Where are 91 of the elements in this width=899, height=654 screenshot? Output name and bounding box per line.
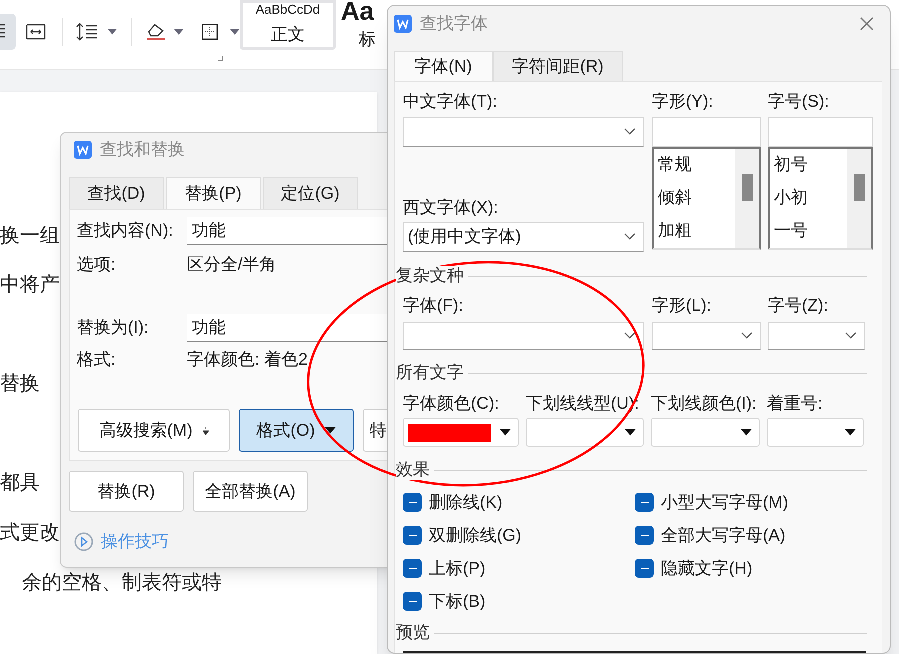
border-icon[interactable]	[202, 24, 218, 40]
tab[interactable]: 替换(P)	[166, 177, 261, 209]
style-preset[interactable]: AaBbCcDd 正文	[240, 0, 336, 50]
section-title: 预览	[396, 623, 430, 643]
list-item[interactable]: 倾斜	[658, 186, 735, 209]
caret-icon	[625, 429, 636, 436]
field-label: 字号(Z):	[768, 296, 830, 316]
field-label: 字体(F):	[403, 296, 464, 316]
checkbox[interactable]: 下标(B)	[403, 585, 635, 618]
field-label: 下划线颜色(I):	[651, 394, 758, 414]
field-label: 替换为(I):	[77, 317, 150, 340]
field-label: 查找内容(N):	[77, 220, 174, 242]
tab[interactable]: 查找(D)	[69, 177, 164, 209]
caret-icon	[325, 427, 336, 434]
search-options-button[interactable]: 高级搜索(M)	[78, 409, 230, 452]
dialog-launcher-icon[interactable]	[218, 56, 224, 62]
dropdown[interactable]	[526, 418, 644, 447]
caret-icon[interactable]	[230, 29, 240, 35]
checkbox[interactable]: 双删除线(G)	[403, 519, 635, 552]
list-box[interactable]: 初号 小初 一号	[768, 147, 873, 250]
field-label: 字体颜色(C):	[403, 394, 500, 414]
document-text: 都具	[0, 471, 40, 495]
checkbox[interactable]: 小型大写字母(M)	[635, 486, 865, 519]
dropdown[interactable]	[403, 418, 519, 447]
section-title: 所有文字	[396, 363, 464, 383]
document-text: 中将产	[0, 273, 60, 297]
checkbox[interactable]: 隐藏文字(H)	[635, 552, 865, 585]
checkbox[interactable]: 全部大写字母(A)	[635, 519, 865, 552]
chevron-down-icon	[624, 233, 636, 241]
list-item[interactable]: 小初	[774, 186, 847, 209]
chevron-down-icon	[741, 332, 753, 340]
replace-all-button[interactable]: 全部替换(A)	[193, 471, 308, 512]
window-title: 查找字体	[420, 12, 488, 35]
field-label: 选项:	[77, 254, 117, 276]
list-item[interactable]: 一号	[774, 219, 847, 242]
section-title: 复杂文种	[396, 266, 464, 286]
align-icon[interactable]	[0, 14, 16, 50]
field-label: 字形(L):	[652, 296, 712, 316]
document-text: 换一组	[0, 224, 60, 248]
chevron-down-icon	[845, 332, 857, 340]
caret-icon[interactable]	[108, 29, 117, 35]
scrollbar[interactable]	[847, 149, 871, 248]
chevron-down-icon	[624, 332, 636, 340]
caret-icon	[500, 429, 511, 436]
section-title: 效果	[396, 460, 430, 480]
list-item[interactable]: 加粗	[658, 219, 735, 242]
line-spacing-icon[interactable]	[76, 23, 98, 41]
tab[interactable]: 字符间距(R)	[493, 51, 623, 81]
caret-icon	[741, 429, 752, 436]
checkbox[interactable]: 删除线(K)	[403, 486, 635, 519]
input-field[interactable]	[768, 117, 873, 147]
list-item[interactable]: 初号	[774, 153, 847, 176]
tab[interactable]: 字体(N)	[394, 51, 493, 81]
window-title: 查找和替换	[100, 139, 185, 162]
spacing-icon[interactable]	[26, 24, 46, 40]
info-value: 字体颜色: 着色2	[187, 349, 308, 372]
dropdown[interactable]	[403, 117, 644, 147]
caret-icon	[845, 429, 856, 436]
scrollbar-thumb[interactable]	[854, 174, 864, 201]
format-button[interactable]: 格式(O)	[239, 409, 354, 452]
field-label: 中文字体(T):	[403, 92, 498, 112]
shading-icon[interactable]	[146, 23, 166, 41]
checkbox[interactable]: 上标(P)	[403, 552, 635, 585]
list-item[interactable]: 常规	[658, 153, 735, 176]
caret-icon[interactable]	[174, 29, 184, 35]
field-label: 西文字体(X):	[403, 198, 500, 218]
dropdown[interactable]: (使用中文字体)	[403, 222, 644, 252]
caret-icon	[202, 426, 209, 434]
style-preset[interactable]: Aa 标	[339, 0, 383, 50]
list-box[interactable]: 常规 倾斜 加粗	[652, 147, 761, 250]
document-text: 余的空格、制表符或特	[22, 571, 222, 595]
scrollbar-thumb[interactable]	[742, 174, 752, 201]
field-label: 字号(S):	[768, 92, 830, 112]
scrollbar[interactable]	[735, 149, 759, 248]
app-logo-icon	[394, 14, 412, 32]
app-logo-icon	[74, 141, 92, 159]
document-text: 式更改	[0, 521, 60, 545]
dropdown[interactable]	[403, 322, 644, 350]
field-label: 格式:	[77, 349, 117, 372]
input-field[interactable]	[652, 117, 761, 147]
dropdown[interactable]	[652, 322, 761, 350]
replace-button[interactable]: 替换(R)	[69, 471, 184, 512]
play-icon[interactable]	[74, 532, 94, 552]
tab[interactable]: 定位(G)	[263, 177, 358, 209]
field-label: 着重号:	[767, 394, 824, 414]
info-value: 区分全/半角	[187, 254, 277, 276]
field-label: 字形(Y):	[652, 92, 714, 112]
dropdown[interactable]	[768, 322, 865, 350]
close-icon[interactable]	[860, 16, 874, 30]
chevron-down-icon	[624, 128, 636, 136]
document-text: 替换	[0, 372, 40, 396]
